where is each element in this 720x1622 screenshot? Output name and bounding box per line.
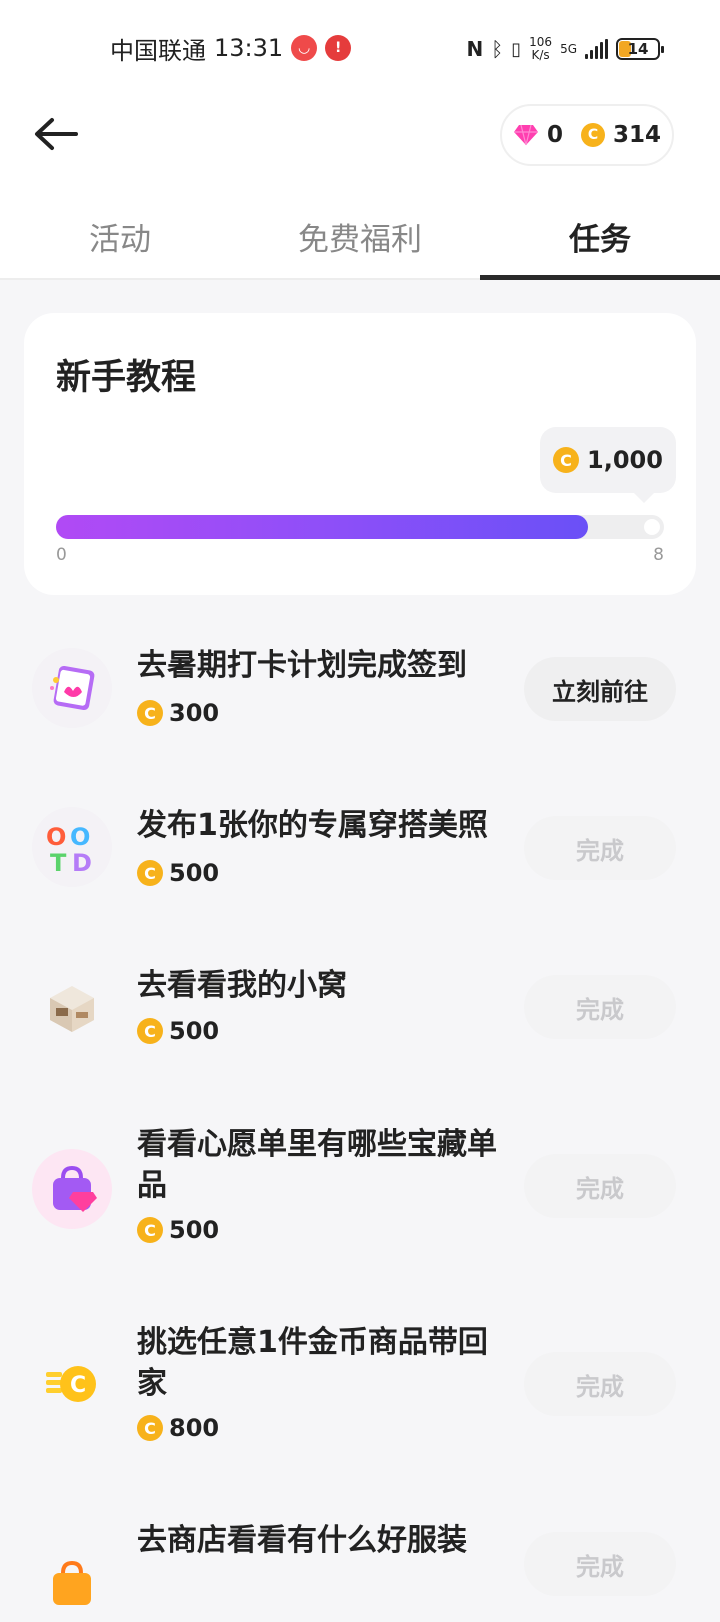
- svg-text:O: O: [46, 823, 66, 851]
- task-reward-amount: 300: [169, 699, 220, 727]
- carrier-label: 中国联通: [110, 36, 206, 65]
- net-speed-unit: K/s: [531, 48, 550, 62]
- tutorial-title: 新手教程: [56, 358, 197, 398]
- task-item: C 挑选任意1件金币商品带回家 C 800 完成: [0, 1322, 720, 1452]
- done-button[interactable]: 完成: [524, 1154, 676, 1218]
- calendar-checkin-icon: [32, 648, 112, 728]
- task-reward-amount: 500: [169, 1017, 220, 1045]
- coin-icon: C: [137, 1018, 163, 1044]
- active-tab-indicator: [480, 275, 720, 280]
- task-item: 去看看我的小窝 C 500 完成: [0, 965, 720, 1065]
- done-button[interactable]: 完成: [524, 1352, 676, 1416]
- shopping-bag-icon: [32, 1542, 112, 1622]
- network-type: 5G: [560, 42, 577, 56]
- task-item: 去暑期打卡计划完成签到 C 300 立刻前往: [0, 645, 720, 745]
- huawei-notification-icon: ◡: [291, 35, 318, 61]
- task-item: 看看心愿单里有哪些宝藏单品 C 500 完成: [0, 1124, 720, 1254]
- task-reward-amount: 800: [169, 1414, 220, 1442]
- vibrate-icon: ▯: [511, 38, 522, 60]
- coin-icon: C: [137, 1217, 163, 1243]
- coin-icon: C: [553, 447, 580, 473]
- svg-text:T: T: [50, 849, 67, 877]
- task-reward-amount: 500: [169, 859, 220, 887]
- tutorial-reward-amount: 1,000: [587, 446, 663, 474]
- tutorial-progress-fill: [56, 515, 588, 539]
- task-title: 去商店看看有什么好服装: [137, 1523, 467, 1558]
- done-button[interactable]: 完成: [524, 816, 676, 880]
- svg-text:D: D: [72, 849, 92, 877]
- net-speed: 106 K/s: [529, 36, 552, 62]
- task-reward: C 500: [137, 1015, 219, 1047]
- gold-coins-icon: C: [32, 1344, 112, 1424]
- diamond-icon: [513, 124, 538, 146]
- svg-text:C: C: [70, 1373, 86, 1398]
- task-item: 去商店看看有什么好服装 完成: [0, 1520, 720, 1605]
- progress-max-label: 8: [653, 545, 664, 565]
- status-bar: 中国联通 13:31 ◡ ! N ᛒ ▯ 106 K/s 5G 14: [0, 0, 720, 96]
- tab-bar: 活动 免费福利 任务: [0, 196, 720, 280]
- nfc-icon: N: [466, 37, 484, 61]
- done-button[interactable]: 完成: [524, 1532, 676, 1596]
- wishlist-bag-icon: [32, 1149, 112, 1229]
- tab-activities[interactable]: 活动: [60, 214, 180, 258]
- task-title: 发布1张你的专属穿搭美照: [137, 808, 488, 843]
- wallet-balance[interactable]: 0 C 314: [500, 104, 674, 166]
- alert-notification-icon: !: [325, 35, 352, 61]
- back-button[interactable]: [28, 112, 84, 156]
- battery-level: 14: [627, 40, 649, 58]
- coin-icon: C: [137, 860, 163, 886]
- go-now-button[interactable]: 立刻前往: [524, 657, 676, 721]
- coin-icon: C: [581, 123, 605, 147]
- task-title: 去暑期打卡计划完成签到: [137, 648, 467, 683]
- task-title: 看看心愿单里有哪些宝藏单品: [137, 1127, 497, 1203]
- task-title: 挑选任意1件金币商品带回家: [137, 1325, 488, 1401]
- progress-min-label: 0: [56, 545, 67, 565]
- coin-icon: C: [137, 1415, 163, 1441]
- task-item: O O T D 发布1张你的专属穿搭美照 C 500 完成: [0, 805, 720, 905]
- task-title: 去看看我的小窝: [137, 968, 347, 1003]
- task-reward: C 500: [137, 1214, 219, 1246]
- status-bar-left: 中国联通 13:31 ◡ !: [110, 30, 352, 66]
- done-button[interactable]: 完成: [524, 975, 676, 1039]
- task-reward-amount: 500: [169, 1216, 220, 1244]
- coin-icon: C: [137, 700, 163, 726]
- tutorial-reward-bubble: C 1,000: [540, 427, 676, 503]
- task-reward: C 500: [137, 857, 219, 889]
- tab-free-benefits[interactable]: 免费福利: [270, 214, 450, 258]
- signal-icon: [585, 39, 608, 59]
- room-icon: [32, 968, 112, 1048]
- progress-end-marker: [644, 519, 660, 535]
- svg-text:O: O: [70, 823, 90, 851]
- task-reward: C 300: [137, 697, 219, 729]
- clock: 13:31: [214, 34, 284, 62]
- tutorial-progress-bar: [56, 515, 664, 539]
- top-area: 中国联通 13:31 ◡ ! N ᛒ ▯ 106 K/s 5G 14 0 C 3…: [0, 0, 720, 280]
- coin-count: 314: [613, 122, 662, 148]
- diamond-count: 0: [546, 122, 563, 148]
- tutorial-card: 新手教程 C 1,000 0 8: [24, 313, 696, 595]
- ootd-balloon-icon: O O T D: [32, 807, 112, 887]
- status-bar-right: N ᛒ ▯ 106 K/s 5G 14: [466, 32, 664, 66]
- bluetooth-icon: ᛒ: [491, 37, 504, 61]
- tab-tasks[interactable]: 任务: [540, 214, 660, 258]
- battery-icon: 14: [616, 38, 664, 60]
- task-reward: C 800: [137, 1412, 219, 1444]
- arrow-left-icon: [35, 118, 78, 150]
